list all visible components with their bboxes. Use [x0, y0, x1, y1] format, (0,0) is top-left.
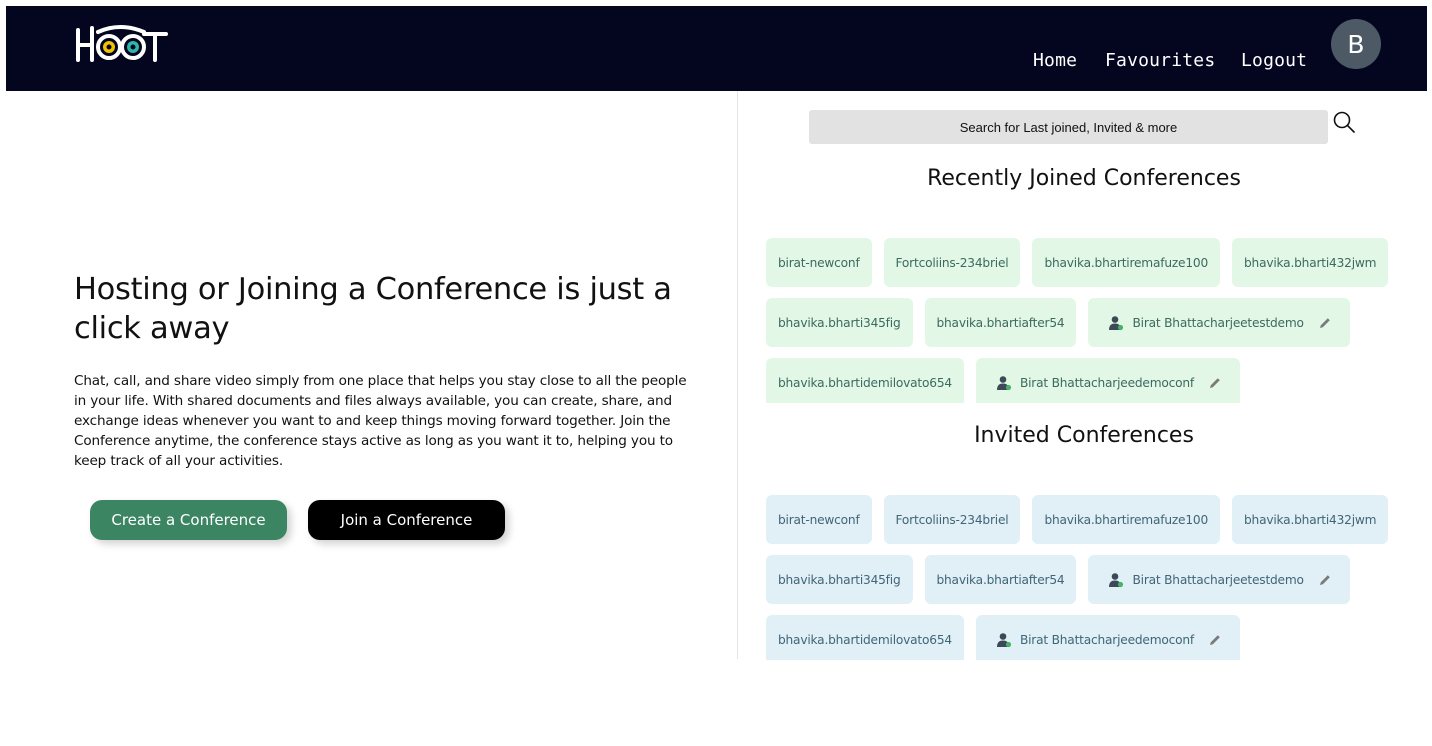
invited-chip[interactable]: bhavika.bhartidemilovato654 [766, 615, 964, 660]
hero-description: Chat, call, and share video simply from … [74, 373, 687, 469]
user-icon [1109, 572, 1124, 587]
invited-chip[interactable]: bhavika.bharti432jwm [1232, 495, 1389, 544]
invited-chip[interactable]: Fortcoliins-234briel [883, 495, 1021, 544]
chip-label: bhavika.bharti432jwm [1244, 512, 1377, 527]
nav-home-link[interactable]: Home [1033, 50, 1077, 71]
invited-conferences-list: birat-newconf Fortcoliins-234briel bhavi… [766, 495, 1406, 660]
chip-label: bhavika.bhartidemilovato654 [778, 375, 952, 390]
edit-pencil-icon[interactable] [1208, 633, 1222, 647]
invited-chip[interactable]: bhavika.bharti345fig [766, 555, 913, 604]
recent-chip[interactable]: bhavika.bharti432jwm [1232, 238, 1389, 287]
chip-label: Birat Bhattacharjeedemoconf [1019, 632, 1195, 647]
user-icon [996, 375, 1012, 390]
vertical-divider [737, 91, 738, 659]
recent-chip[interactable]: Fortcoliins-234briel [883, 238, 1021, 287]
edit-pencil-icon[interactable] [1318, 573, 1332, 587]
invited-chip[interactable]: birat-newconf [766, 495, 872, 544]
chip-label: birat-newconf [778, 255, 860, 270]
hero-title: Hosting or Joining a Conference is just … [74, 272, 672, 346]
recent-chip[interactable]: bhavika.bhartidemilovato654 [766, 358, 964, 403]
chip-label: bhavika.bharti432jwm [1244, 255, 1377, 270]
chip-label: Birat Bhattacharjeetestdemo [1132, 572, 1304, 587]
user-icon [1109, 315, 1124, 330]
nav-favourites-link[interactable]: Favourites [1105, 50, 1215, 71]
recent-chip[interactable]: birat-newconf [766, 238, 872, 287]
hoot-logo[interactable] [74, 20, 170, 64]
chip-label: Fortcoliins-234briel [895, 255, 1009, 270]
recent-conferences-title: Recently Joined Conferences [927, 166, 1241, 191]
recent-chip[interactable]: bhavika.bhartiremafuze100 [1032, 238, 1221, 287]
top-navbar: Home Favourites Logout B [6, 6, 1427, 91]
edit-pencil-icon[interactable] [1318, 316, 1332, 330]
recent-chip[interactable]: bhavika.bhartiafter54 [924, 298, 1077, 347]
invited-chip[interactable]: bhavika.bhartiafter54 [924, 555, 1077, 604]
nav-logout-link[interactable]: Logout [1241, 50, 1307, 71]
chip-label: birat-newconf [778, 512, 860, 527]
user-avatar[interactable]: B [1331, 19, 1381, 69]
join-conference-button[interactable]: Join a Conference [308, 500, 505, 540]
search-icon[interactable] [1332, 110, 1356, 134]
chip-label: bhavika.bhartidemilovato654 [778, 632, 952, 647]
invited-chip-owned[interactable]: Birat Bhattacharjeedemoconf [975, 615, 1241, 660]
chip-label: bhavika.bhartiremafuze100 [1044, 255, 1209, 270]
invited-conferences-title: Invited Conferences [974, 423, 1194, 448]
chip-label: bhavika.bharti345fig [778, 572, 901, 587]
recent-chip-owned[interactable]: Birat Bhattacharjeetestdemo [1088, 298, 1350, 347]
chip-label: bhavika.bhartiremafuze100 [1044, 512, 1209, 527]
invited-chip[interactable]: bhavika.bhartiremafuze100 [1032, 495, 1221, 544]
create-conference-button[interactable]: Create a Conference [90, 500, 287, 540]
chip-label: bhavika.bharti345fig [778, 315, 901, 330]
edit-pencil-icon[interactable] [1208, 376, 1222, 390]
search-input[interactable] [809, 110, 1328, 144]
invited-chip-owned[interactable]: Birat Bhattacharjeetestdemo [1088, 555, 1350, 604]
user-icon [996, 632, 1012, 647]
chip-label: bhavika.bhartiafter54 [936, 572, 1065, 587]
chip-label: bhavika.bhartiafter54 [936, 315, 1065, 330]
recent-chip[interactable]: bhavika.bharti345fig [766, 298, 913, 347]
chip-label: Birat Bhattacharjeedemoconf [1019, 375, 1195, 390]
chip-label: Fortcoliins-234briel [895, 512, 1009, 527]
recent-chip-owned[interactable]: Birat Bhattacharjeedemoconf [975, 358, 1241, 403]
chip-label: Birat Bhattacharjeetestdemo [1132, 315, 1304, 330]
recent-conferences-list: birat-newconf Fortcoliins-234briel bhavi… [766, 238, 1406, 403]
